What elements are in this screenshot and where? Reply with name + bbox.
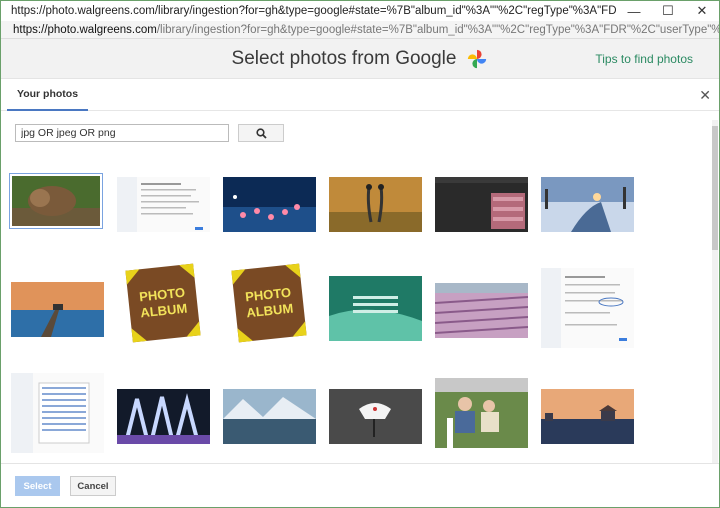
search-icon	[255, 127, 267, 139]
photo-mountain-lake	[223, 389, 316, 444]
page-title: Select photos from Google	[231, 47, 457, 69]
search-row	[15, 124, 284, 142]
photo-cranes-at-sunset	[329, 177, 422, 232]
cancel-button[interactable]: Cancel	[70, 476, 116, 496]
tab-your-photos[interactable]: Your photos	[7, 79, 89, 111]
url-host: https://photo.walgreens.com	[13, 23, 157, 36]
photo-thumb[interactable]	[117, 389, 210, 444]
close-icon[interactable]: ✕	[699, 87, 711, 104]
photo-thumb[interactable]	[435, 177, 528, 232]
photo-thumb[interactable]	[435, 378, 528, 448]
photo-file-list-screenshot	[11, 373, 104, 453]
photo-thumb[interactable]	[541, 268, 634, 348]
photo-thumb[interactable]	[117, 177, 210, 232]
photo-pangolin	[12, 176, 100, 226]
url-path: /library/ingestion?for=gh&type=google#st…	[156, 23, 719, 36]
dialog-footer: Select Cancel	[1, 463, 719, 507]
photo-thumb[interactable]	[541, 389, 634, 444]
tips-link[interactable]: Tips to find photos	[595, 52, 693, 66]
photo-google-photos-screenshot	[435, 177, 528, 232]
photo-settings-screenshot	[117, 177, 210, 232]
photo-thumb[interactable]	[9, 173, 103, 229]
chrome-window: https://photo.walgreens.com/library/inge…	[0, 0, 720, 508]
photo-pier-sunset	[11, 282, 104, 337]
photo-thumb[interactable]	[329, 276, 422, 341]
photo-crane-in-snow	[329, 389, 422, 444]
photo-thumb[interactable]: PHOTO ALBUM	[225, 263, 313, 343]
photo-thumb[interactable]	[329, 177, 422, 232]
photo-winter-river-sunset	[541, 177, 634, 232]
address-bar[interactable]: https://photo.walgreens.com/library/inge…	[1, 21, 719, 39]
google-photos-icon	[468, 49, 487, 68]
dialog-header: Select photos from Google Tips to find p…	[1, 39, 719, 79]
photo-ios-lockscreen	[329, 276, 422, 341]
photo-thumb[interactable]: PHOTO ALBUM	[119, 263, 207, 343]
scrollbar[interactable]	[712, 120, 718, 465]
photo-frozen-waterfall	[117, 389, 210, 444]
photo-thumb[interactable]	[11, 282, 104, 337]
photo-thumb[interactable]	[11, 373, 104, 453]
photo-lantern-festival	[223, 177, 316, 232]
search-input[interactable]	[15, 124, 229, 142]
maximize-icon[interactable]: ☐	[651, 1, 685, 21]
tab-bar: Your photos ✕	[1, 79, 719, 111]
photo-thumb[interactable]	[223, 177, 316, 232]
select-button[interactable]: Select	[15, 476, 60, 496]
close-window-icon[interactable]: ✕	[685, 1, 719, 21]
photo-thumb[interactable]	[329, 389, 422, 444]
photo-flower-field	[435, 283, 528, 338]
photo-thumb[interactable]	[223, 389, 316, 444]
photo-settings-screenshot	[541, 268, 634, 348]
photo-thumb[interactable]	[435, 283, 528, 338]
window-title: https://photo.walgreens.com/library/inge…	[11, 5, 617, 17]
photo-seniors-on-porch	[435, 378, 528, 448]
photo-grid: PHOTO ALBUM PHOTO ALBUM	[9, 173, 709, 463]
photo-thumb[interactable]	[541, 177, 634, 232]
photo-album-clipart: PHOTO ALBUM	[231, 263, 307, 343]
photo-album-clipart: PHOTO ALBUM	[125, 263, 201, 343]
search-button[interactable]	[238, 124, 284, 142]
window-titlebar: https://photo.walgreens.com/library/inge…	[1, 1, 719, 21]
photo-village-sunset	[541, 389, 634, 444]
minimize-icon[interactable]: —	[617, 1, 651, 21]
scrollbar-thumb[interactable]	[712, 126, 718, 250]
